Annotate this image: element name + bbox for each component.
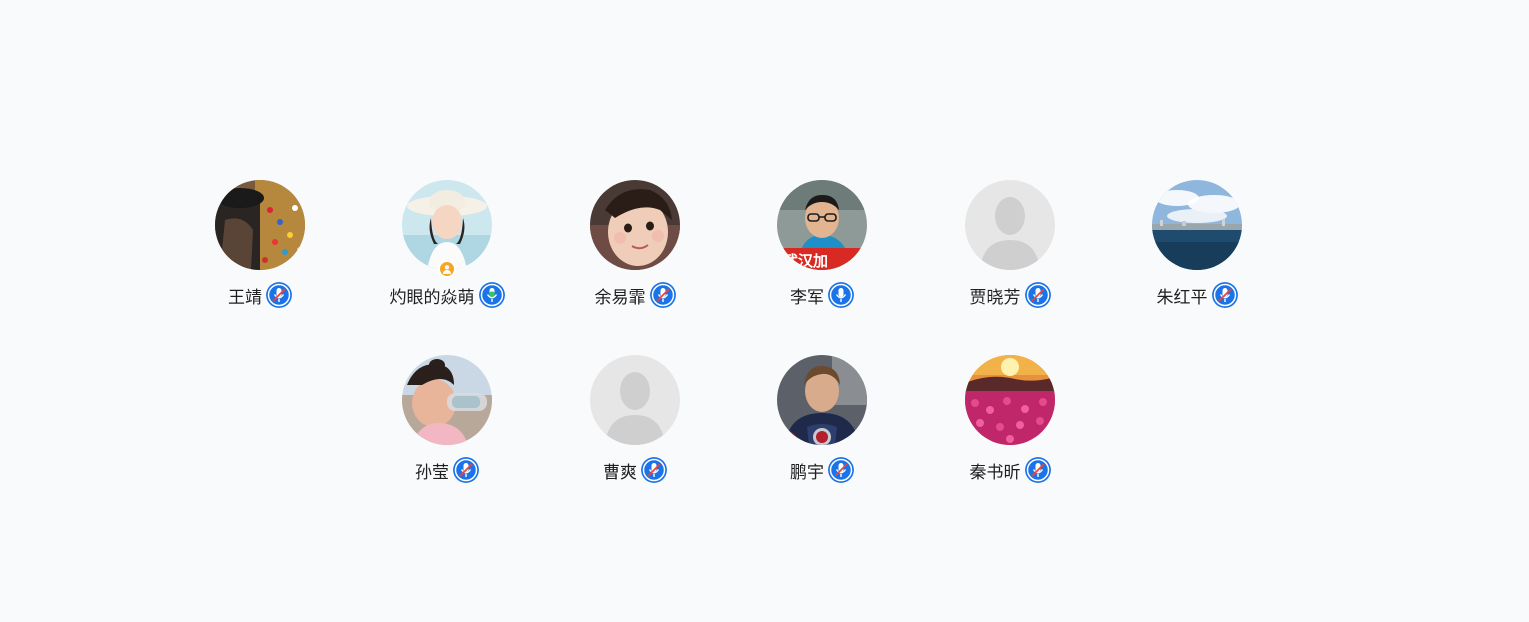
name-row: 余易霏 [595, 282, 676, 308]
participant-tile: 贾晓芳 [925, 180, 1095, 310]
participant-name: 灼眼的焱萌 [389, 287, 475, 308]
participant-name: 曹爽 [603, 462, 637, 483]
participant-tile: 曹爽 [550, 355, 720, 485]
participant-tile: 鹏宇 [737, 355, 907, 485]
mic-muted-icon[interactable] [266, 282, 292, 308]
name-row: 王靖 [228, 282, 292, 308]
participant-name: 鹏宇 [790, 462, 824, 483]
avatar[interactable] [777, 355, 867, 445]
host-badge-icon [438, 260, 456, 278]
svg-text:武汉加: 武汉加 [783, 252, 828, 270]
participant-name: 余易霏 [594, 287, 646, 308]
participant-tile: 秦书昕 [925, 355, 1095, 485]
avatar[interactable] [402, 355, 492, 445]
mic-muted-icon[interactable] [453, 457, 479, 483]
participant-tile: 灼眼的焱萌 [362, 180, 532, 310]
avatar[interactable] [215, 180, 305, 270]
name-row: 孙莹 [415, 457, 479, 483]
avatar[interactable] [965, 355, 1055, 445]
name-row: 鹏宇 [790, 457, 854, 483]
avatar[interactable]: 武汉加 [777, 180, 867, 270]
mic-muted-icon[interactable] [1024, 282, 1051, 308]
name-row: 灼眼的焱萌 [390, 282, 505, 308]
avatar[interactable] [1152, 180, 1242, 270]
mic-muted-icon[interactable] [649, 282, 676, 308]
mic-muted-icon[interactable] [641, 457, 667, 483]
participant-tile: 王靖 [175, 180, 345, 310]
mic-muted-icon[interactable] [1211, 282, 1238, 308]
mic-on-icon[interactable] [828, 282, 854, 308]
participant-tile: 朱红平 [1112, 180, 1282, 310]
participant-name: 李军 [790, 287, 824, 308]
mic-muted-icon[interactable] [1024, 457, 1051, 483]
participant-name: 王靖 [228, 287, 262, 308]
participant-grid: 王靖 灼眼的焱萌 余易霏 武汉加 李军 贾晓芳 朱红平 孙莹 曹爽 鹏宇 秦书昕 [0, 0, 1529, 622]
name-row: 秦书昕 [970, 457, 1051, 483]
avatar[interactable] [590, 355, 680, 445]
name-row: 贾晓芳 [970, 282, 1051, 308]
participant-name: 朱红平 [1156, 287, 1208, 308]
participant-name: 孙莹 [415, 462, 449, 483]
avatar[interactable] [590, 180, 680, 270]
participant-name: 贾晓芳 [969, 287, 1021, 308]
name-row: 李军 [790, 282, 854, 308]
participant-tile: 余易霏 [550, 180, 720, 310]
avatar[interactable] [965, 180, 1055, 270]
participant-tile: 武汉加 李军 [737, 180, 907, 310]
participant-name: 秦书昕 [969, 462, 1021, 483]
name-row: 曹爽 [603, 457, 667, 483]
participant-tile: 孙莹 [362, 355, 532, 485]
mic-speaking-icon[interactable] [478, 282, 505, 308]
avatar[interactable] [402, 180, 492, 278]
name-row: 朱红平 [1157, 282, 1238, 308]
mic-muted-icon[interactable] [828, 457, 854, 483]
